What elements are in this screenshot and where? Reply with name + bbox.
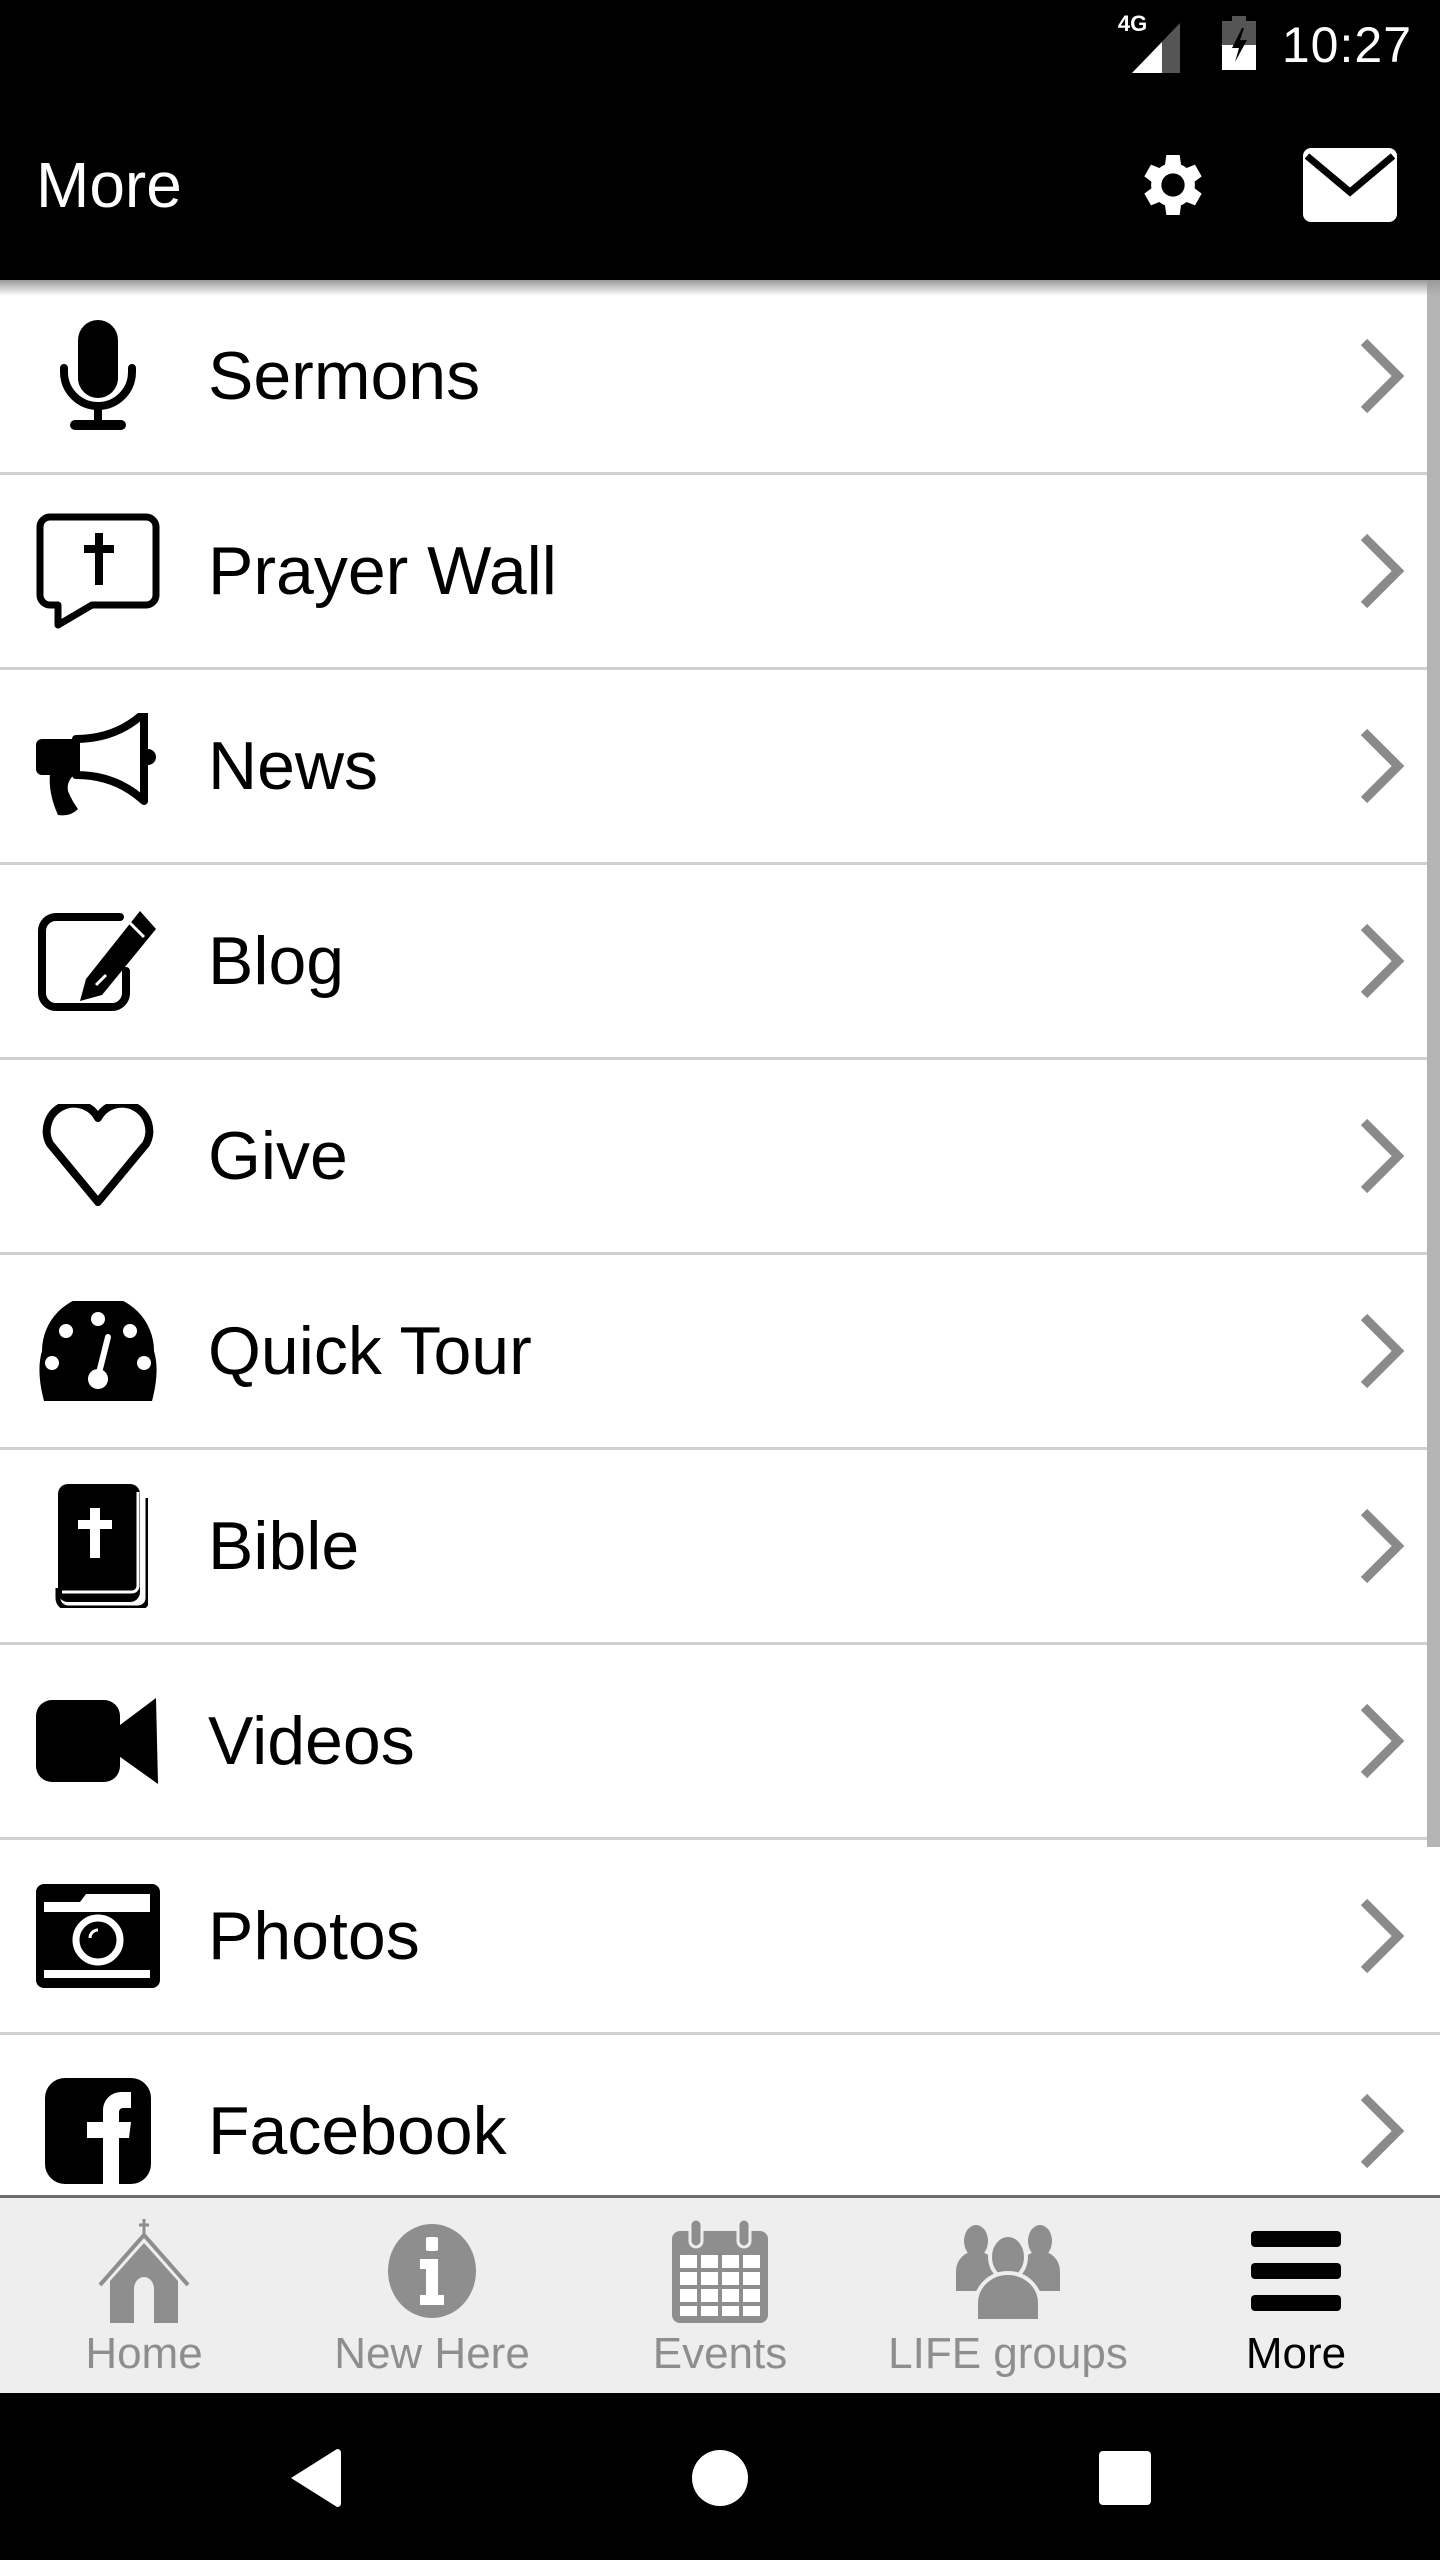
signal-icon: 4G: [1118, 11, 1196, 73]
app-bar: More: [0, 90, 1440, 280]
menu-item-label: News: [208, 728, 379, 804]
battery-charging-icon: [1221, 15, 1256, 75]
menu-item-bible[interactable]: Bible: [0, 1450, 1440, 1645]
menu-item-prayer-wall[interactable]: Prayer Wall: [0, 475, 1440, 670]
menu-item-label: Blog: [208, 923, 345, 999]
app-bar-actions: [1080, 90, 1440, 280]
tab-label: LIFE groups: [888, 2329, 1128, 2378]
tab-label: More: [1245, 2329, 1347, 2378]
status-bar: 4G 10:27: [0, 0, 1440, 90]
menu-item-label: Give: [208, 1118, 348, 1194]
menu-item-label: Facebook: [208, 2093, 507, 2169]
heart-icon: [36, 1094, 160, 1218]
video-camera-icon: [36, 1679, 160, 1803]
tab-more[interactable]: More: [1152, 2198, 1440, 2393]
chevron-right-icon: [1360, 2093, 1405, 2169]
back-triangle-icon: [291, 2449, 341, 2507]
facebook-icon: [36, 2069, 160, 2193]
menu-item-label: Photos: [208, 1898, 420, 1974]
recents-square-icon: [1099, 2451, 1151, 2505]
church-icon: [89, 2218, 199, 2323]
bible-icon: [36, 1484, 160, 1608]
chevron-right-icon: [1360, 1703, 1405, 1779]
chevron-right-icon: [1360, 1898, 1405, 1974]
tab-label: Home: [85, 2329, 203, 2378]
calendar-icon: [665, 2218, 775, 2323]
home-circle-icon: [692, 2450, 748, 2506]
info-icon: [377, 2218, 487, 2323]
chevron-right-icon: [1360, 1313, 1405, 1389]
more-menu-list: Sermons Prayer Wall News Blog Give Quick…: [0, 280, 1440, 2195]
hamburger-menu-icon: [1241, 2218, 1351, 2323]
chevron-right-icon: [1360, 338, 1405, 414]
back-button[interactable]: [270, 2433, 360, 2523]
menu-item-label: Sermons: [208, 338, 481, 414]
tab-new-here[interactable]: New Here: [288, 2198, 576, 2393]
dashboard-gauge-icon: [36, 1289, 160, 1413]
menu-item-give[interactable]: Give: [0, 1060, 1440, 1255]
menu-item-sermons[interactable]: Sermons: [0, 280, 1440, 475]
list-scrollbar[interactable]: [1427, 280, 1440, 1847]
menu-item-videos[interactable]: Videos: [0, 1645, 1440, 1840]
chevron-right-icon: [1360, 923, 1405, 999]
gear-icon: [1144, 155, 1202, 215]
tab-life-groups[interactable]: LIFE groups: [864, 2198, 1152, 2393]
recents-button[interactable]: [1080, 2433, 1170, 2523]
menu-item-label: Prayer Wall: [208, 533, 557, 609]
bottom-tab-bar: Home New Here Events LIFE groups More: [0, 2195, 1440, 2393]
megaphone-icon: [36, 704, 160, 828]
home-button[interactable]: [675, 2433, 765, 2523]
tab-label: Events: [652, 2329, 788, 2378]
camera-icon: [36, 1874, 160, 1998]
system-navigation-bar: [0, 2393, 1440, 2560]
envelope-icon: [1303, 148, 1397, 222]
group-icon: [953, 2218, 1063, 2323]
menu-item-label: Videos: [208, 1703, 415, 1779]
tab-label: New Here: [334, 2329, 530, 2378]
edit-pencil-icon: [36, 899, 160, 1023]
menu-item-label: Quick Tour: [208, 1313, 532, 1389]
menu-item-news[interactable]: News: [0, 670, 1440, 865]
chevron-right-icon: [1360, 728, 1405, 804]
tab-events[interactable]: Events: [576, 2198, 864, 2393]
messages-button[interactable]: [1260, 90, 1440, 280]
settings-button[interactable]: [1080, 90, 1260, 280]
tab-home[interactable]: Home: [0, 2198, 288, 2393]
chevron-right-icon: [1360, 1508, 1405, 1584]
page-title: More: [36, 149, 182, 221]
menu-item-facebook[interactable]: Facebook: [0, 2035, 1440, 2195]
menu-item-label: Bible: [208, 1508, 360, 1584]
menu-item-blog[interactable]: Blog: [0, 865, 1440, 1060]
status-icons: 4G 10:27: [1118, 0, 1412, 90]
microphone-icon: [36, 314, 160, 438]
clock: 10:27: [1281, 17, 1412, 73]
menu-item-quick-tour[interactable]: Quick Tour: [0, 1255, 1440, 1450]
chevron-right-icon: [1360, 1118, 1405, 1194]
chevron-right-icon: [1360, 533, 1405, 609]
speech-bubble-cross-icon: [36, 509, 160, 633]
menu-item-photos[interactable]: Photos: [0, 1840, 1440, 2035]
